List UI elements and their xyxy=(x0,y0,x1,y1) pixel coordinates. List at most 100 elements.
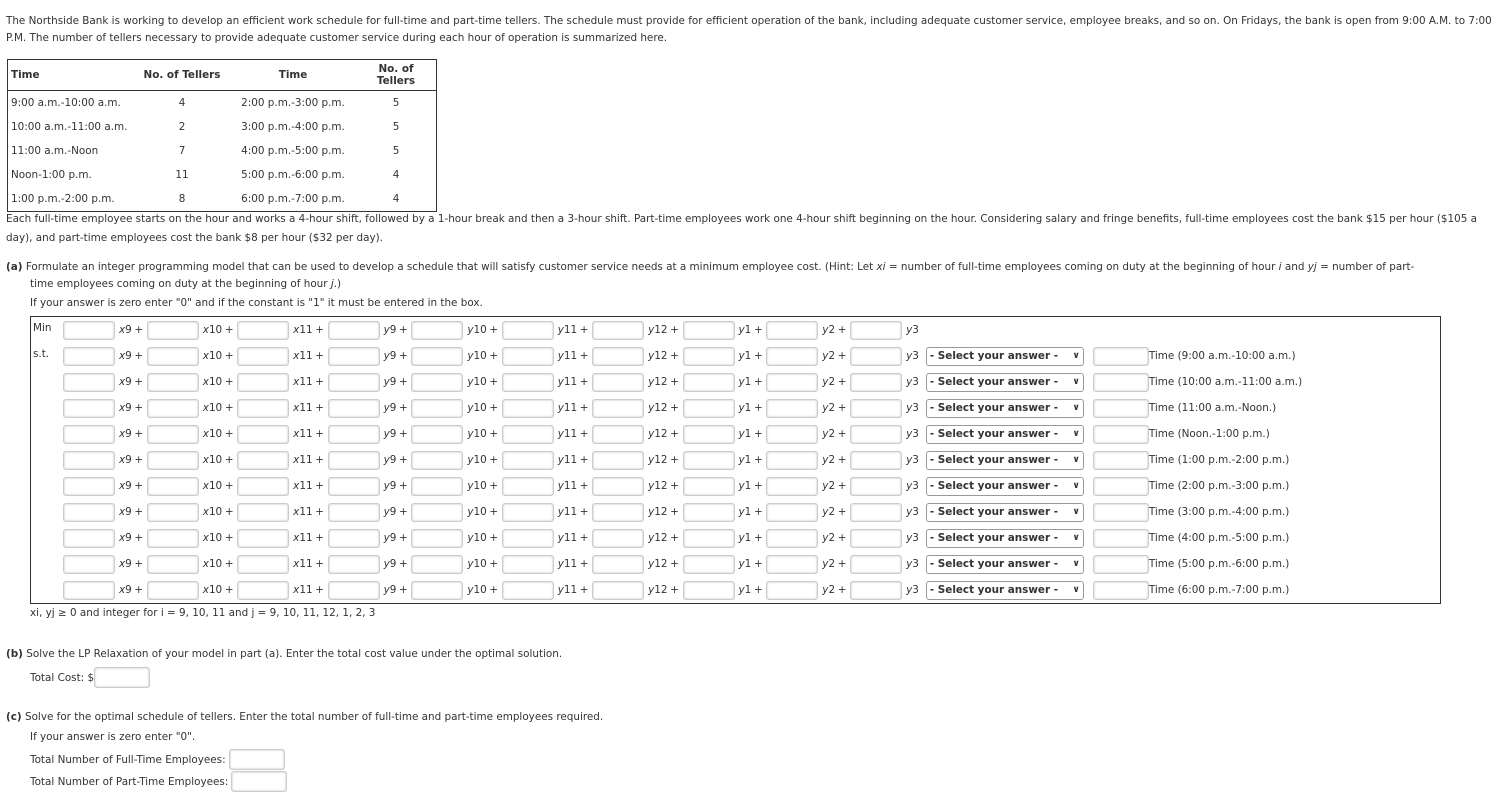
coefficient-input-x11[interactable] xyxy=(237,528,290,548)
coefficient-input-y11[interactable] xyxy=(501,476,554,496)
rhs-input[interactable] xyxy=(1092,580,1149,600)
coefficient-input-y3[interactable] xyxy=(850,450,903,470)
coefficient-input-y1[interactable] xyxy=(682,424,735,444)
coefficient-input-y9[interactable] xyxy=(327,450,380,470)
coefficient-input-y12[interactable] xyxy=(592,476,645,496)
coefficient-input-y11[interactable] xyxy=(501,580,554,600)
coefficient-input-y2[interactable] xyxy=(766,528,819,548)
coefficient-input-y9[interactable] xyxy=(327,424,380,444)
coefficient-input-y12[interactable] xyxy=(592,346,645,366)
full-time-input[interactable] xyxy=(228,749,285,770)
coefficient-input-y10[interactable] xyxy=(411,502,464,522)
coefficient-input-y2[interactable] xyxy=(766,476,819,496)
coefficient-input-y9[interactable] xyxy=(327,320,380,340)
coefficient-input-y2[interactable] xyxy=(766,502,819,522)
coefficient-input-y10[interactable] xyxy=(411,476,464,496)
coefficient-input-y3[interactable] xyxy=(850,502,903,522)
coefficient-input-y12[interactable] xyxy=(592,372,645,392)
coefficient-input-x9[interactable] xyxy=(63,372,115,392)
coefficient-input-y3[interactable] xyxy=(850,554,903,574)
coefficient-input-y2[interactable] xyxy=(766,424,819,444)
coefficient-input-y10[interactable] xyxy=(411,346,464,366)
coefficient-input-y3[interactable] xyxy=(850,580,903,600)
coefficient-input-y10[interactable] xyxy=(411,554,464,574)
coefficient-input-x11[interactable] xyxy=(237,320,290,340)
coefficient-input-y1[interactable] xyxy=(682,372,735,392)
coefficient-input-x11[interactable] xyxy=(237,502,290,522)
coefficient-input-x11[interactable] xyxy=(237,424,290,444)
coefficient-input-y12[interactable] xyxy=(592,528,645,548)
coefficient-input-x10[interactable] xyxy=(146,528,199,548)
coefficient-input-y12[interactable] xyxy=(592,398,645,418)
relation-select[interactable]: - Select your answer - ∨ xyxy=(925,554,1084,574)
coefficient-input-y3[interactable] xyxy=(850,320,903,340)
coefficient-input-x10[interactable] xyxy=(146,398,199,418)
coefficient-input-y11[interactable] xyxy=(501,398,554,418)
relation-select[interactable]: - Select your answer - ∨ xyxy=(925,450,1084,470)
coefficient-input-x10[interactable] xyxy=(146,346,199,366)
coefficient-input-y1[interactable] xyxy=(682,528,735,548)
coefficient-input-y2[interactable] xyxy=(766,398,819,418)
coefficient-input-y9[interactable] xyxy=(327,554,380,574)
coefficient-input-y1[interactable] xyxy=(682,476,735,496)
coefficient-input-y9[interactable] xyxy=(327,528,380,548)
coefficient-input-y9[interactable] xyxy=(327,580,380,600)
coefficient-input-x9[interactable] xyxy=(63,476,115,496)
coefficient-input-y2[interactable] xyxy=(766,450,819,470)
rhs-input[interactable] xyxy=(1092,398,1149,418)
coefficient-input-x10[interactable] xyxy=(146,476,199,496)
coefficient-input-y10[interactable] xyxy=(411,424,464,444)
coefficient-input-y11[interactable] xyxy=(501,424,554,444)
coefficient-input-x9[interactable] xyxy=(63,424,115,444)
coefficient-input-y12[interactable] xyxy=(592,450,645,470)
relation-select[interactable]: - Select your answer - ∨ xyxy=(925,528,1084,548)
coefficient-input-x10[interactable] xyxy=(146,580,199,600)
coefficient-input-y10[interactable] xyxy=(411,372,464,392)
coefficient-input-y2[interactable] xyxy=(766,580,819,600)
coefficient-input-y10[interactable] xyxy=(411,580,464,600)
coefficient-input-y12[interactable] xyxy=(592,580,645,600)
relation-select[interactable]: - Select your answer - ∨ xyxy=(925,424,1084,444)
coefficient-input-y9[interactable] xyxy=(327,476,380,496)
coefficient-input-x9[interactable] xyxy=(63,346,115,366)
relation-select[interactable]: - Select your answer - ∨ xyxy=(925,502,1084,522)
rhs-input[interactable] xyxy=(1092,554,1149,574)
coefficient-input-y2[interactable] xyxy=(766,346,819,366)
coefficient-input-y12[interactable] xyxy=(592,424,645,444)
coefficient-input-y12[interactable] xyxy=(592,502,645,522)
coefficient-input-x11[interactable] xyxy=(237,346,290,366)
coefficient-input-x9[interactable] xyxy=(63,528,115,548)
coefficient-input-y3[interactable] xyxy=(850,528,903,548)
coefficient-input-x11[interactable] xyxy=(237,372,290,392)
coefficient-input-y3[interactable] xyxy=(850,398,903,418)
relation-select[interactable]: - Select your answer - ∨ xyxy=(925,346,1084,366)
coefficient-input-x11[interactable] xyxy=(237,580,290,600)
coefficient-input-y11[interactable] xyxy=(501,502,554,522)
coefficient-input-y11[interactable] xyxy=(501,372,554,392)
coefficient-input-y11[interactable] xyxy=(501,346,554,366)
coefficient-input-y11[interactable] xyxy=(501,554,554,574)
rhs-input[interactable] xyxy=(1092,450,1149,470)
coefficient-input-y12[interactable] xyxy=(592,554,645,574)
coefficient-input-x10[interactable] xyxy=(146,554,199,574)
rhs-input[interactable] xyxy=(1092,476,1149,496)
coefficient-input-x10[interactable] xyxy=(146,450,199,470)
relation-select[interactable]: - Select your answer - ∨ xyxy=(925,580,1084,600)
coefficient-input-y1[interactable] xyxy=(682,502,735,522)
coefficient-input-y1[interactable] xyxy=(682,346,735,366)
coefficient-input-y3[interactable] xyxy=(850,424,903,444)
coefficient-input-y3[interactable] xyxy=(850,346,903,366)
rhs-input[interactable] xyxy=(1092,372,1149,392)
coefficient-input-y10[interactable] xyxy=(411,528,464,548)
coefficient-input-x9[interactable] xyxy=(63,398,115,418)
coefficient-input-x10[interactable] xyxy=(146,502,199,522)
coefficient-input-x9[interactable] xyxy=(63,450,115,470)
coefficient-input-y12[interactable] xyxy=(592,320,645,340)
coefficient-input-y1[interactable] xyxy=(682,580,735,600)
coefficient-input-y10[interactable] xyxy=(411,320,464,340)
coefficient-input-y3[interactable] xyxy=(850,476,903,496)
coefficient-input-y11[interactable] xyxy=(501,450,554,470)
coefficient-input-y10[interactable] xyxy=(411,450,464,470)
coefficient-input-y11[interactable] xyxy=(501,528,554,548)
coefficient-input-y9[interactable] xyxy=(327,398,380,418)
